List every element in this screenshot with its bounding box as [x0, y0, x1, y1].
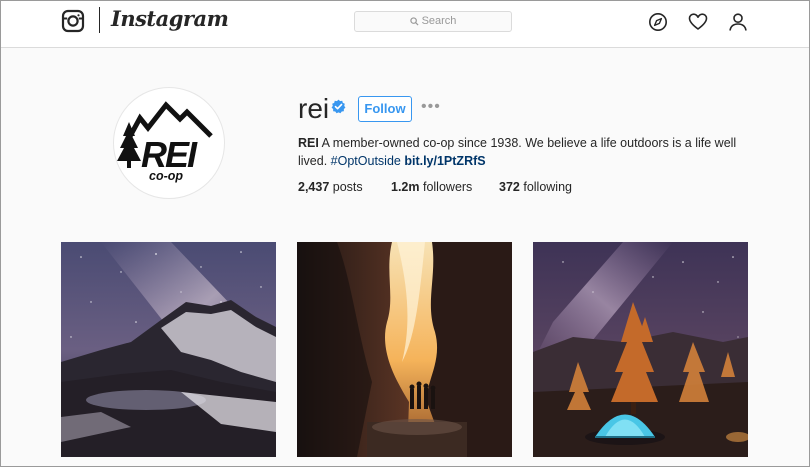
post-image	[61, 242, 276, 457]
search-placeholder: Search	[421, 15, 457, 27]
following-stat[interactable]: 372 following	[499, 180, 572, 194]
post-thumbnail-night-tent[interactable]	[533, 242, 748, 457]
profile-username: rei	[298, 93, 330, 124]
post-image	[533, 242, 748, 457]
avatar[interactable]: REI co-op	[113, 87, 225, 199]
person-icon[interactable]	[728, 12, 748, 32]
post-thumbnail-slot-canyon[interactable]	[297, 242, 512, 457]
instagram-wordmark[interactable]: Instagram	[111, 6, 229, 31]
profile-bio: REI A member-owned co-op since 1938. We …	[298, 134, 738, 170]
rei-logo: REI co-op	[117, 101, 213, 183]
followers-label: followers	[422, 180, 473, 194]
bio-url-link[interactable]: bit.ly/1PtZRfS	[404, 154, 485, 168]
post-image	[297, 242, 512, 457]
bio-hashtag-link[interactable]: #OptOutside	[331, 154, 401, 168]
posts-count: 2,437	[298, 180, 330, 194]
more-options-icon[interactable]: •••	[421, 97, 441, 117]
svg-text:co-op: co-op	[149, 169, 183, 183]
verified-badge-icon	[331, 99, 346, 114]
posts-label: posts	[332, 180, 363, 194]
compass-icon[interactable]	[648, 12, 668, 32]
search-input[interactable]: Search	[354, 11, 512, 32]
instagram-glyph-icon[interactable]	[61, 9, 85, 33]
search-icon	[409, 17, 419, 26]
top-nav-bar: Instagram Search	[1, 1, 809, 48]
follow-button[interactable]: Follow	[358, 96, 412, 122]
followers-count: 1.2m	[391, 180, 420, 194]
post-thumbnail-milky-way-mountain[interactable]	[61, 242, 276, 457]
followers-stat[interactable]: 1.2m followers	[391, 180, 472, 194]
heart-icon[interactable]	[688, 12, 708, 32]
following-label: following	[523, 180, 572, 194]
browser-frame: Instagram Search REI co-op rei Follow ••…	[0, 0, 810, 467]
bio-name: REI	[298, 136, 319, 150]
following-count: 372	[499, 180, 520, 194]
nav-divider	[99, 7, 100, 33]
posts-count-stat: 2,437 posts	[298, 180, 363, 194]
